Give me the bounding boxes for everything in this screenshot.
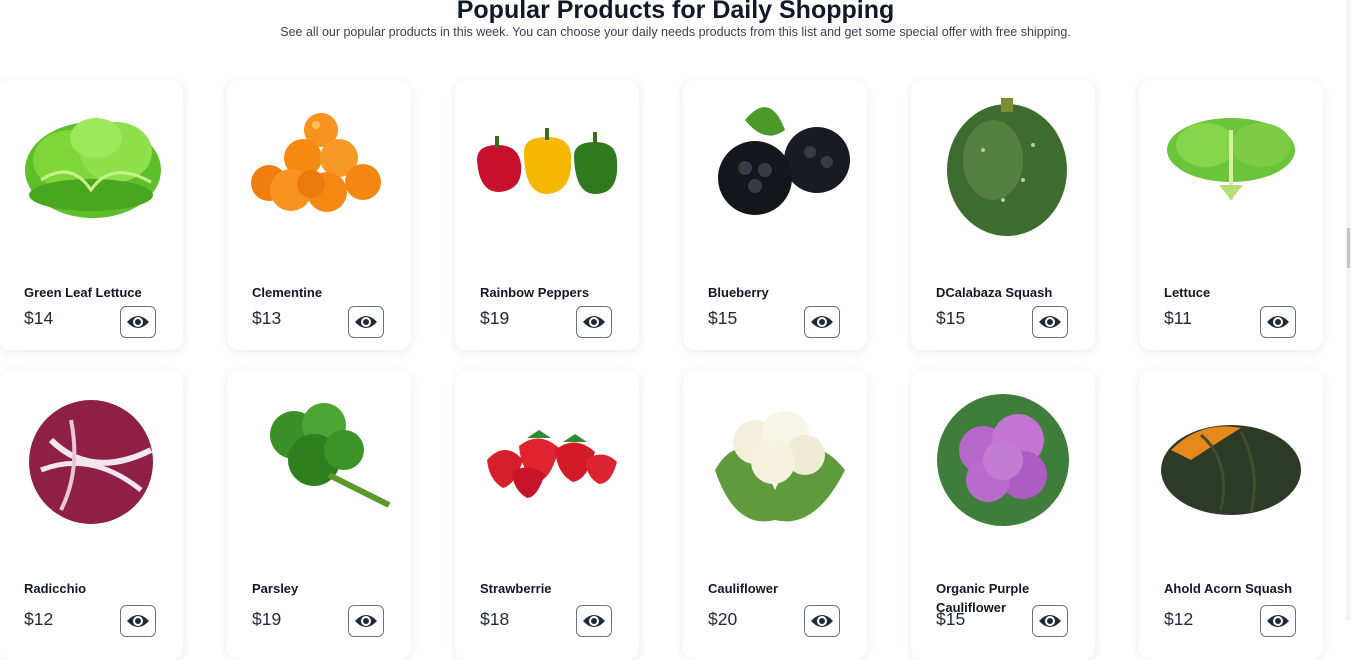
product-name[interactable]: Clementine	[252, 283, 382, 302]
eye-icon	[355, 316, 377, 328]
view-product-button[interactable]	[348, 605, 384, 637]
product-name[interactable]: Lettuce	[1164, 283, 1294, 302]
product-card[interactable]: Lettuce $11	[1139, 80, 1323, 350]
section-title: Popular Products for Daily Shopping	[456, 0, 895, 24]
eye-icon	[1039, 615, 1061, 627]
eye-icon	[1267, 615, 1289, 627]
purple-cauliflower-image	[937, 394, 1069, 526]
product-price: $14	[24, 308, 54, 328]
view-product-button[interactable]	[1032, 605, 1068, 637]
lettuce-image	[1167, 118, 1295, 200]
product-name[interactable]: Rainbow Peppers	[480, 283, 610, 302]
eye-icon	[1267, 316, 1289, 328]
rainbow-peppers-image	[477, 128, 618, 194]
product-price: $19	[480, 308, 510, 328]
view-product-button[interactable]	[804, 605, 840, 637]
product-price: $15	[936, 308, 966, 328]
view-product-button[interactable]	[576, 605, 612, 637]
view-product-button[interactable]	[120, 605, 156, 637]
eye-icon	[127, 316, 149, 328]
product-card[interactable]: Parsley $19	[227, 370, 411, 660]
squash-image	[947, 98, 1067, 236]
view-product-button[interactable]	[576, 306, 612, 338]
view-product-button[interactable]	[804, 306, 840, 338]
strawberry-image	[487, 430, 617, 498]
product-card[interactable]: Clementine $13	[227, 80, 411, 350]
view-product-button[interactable]	[1260, 306, 1296, 338]
eye-icon	[583, 316, 605, 328]
product-card[interactable]: Cauliflower $20	[683, 370, 867, 660]
product-price: $11	[1164, 308, 1192, 328]
scrollbar-thumb[interactable]	[1347, 228, 1350, 268]
product-price: $15	[708, 308, 738, 328]
product-name[interactable]: DCalabaza Squash	[936, 283, 1066, 302]
cauliflower-image	[715, 411, 845, 522]
product-name[interactable]: Cauliflower	[708, 579, 838, 598]
product-name[interactable]: Blueberry	[708, 283, 838, 302]
product-card[interactable]: Rainbow Peppers $19	[455, 80, 639, 350]
product-card[interactable]: Radicchio $12	[0, 370, 183, 660]
eye-icon	[811, 615, 833, 627]
product-price: $13	[252, 308, 282, 328]
view-product-button[interactable]	[1032, 306, 1068, 338]
section-subtitle: See all our popular products in this wee…	[280, 25, 1071, 39]
product-card[interactable]: DCalabaza Squash $15	[911, 80, 1095, 350]
product-card[interactable]: Blueberry $15	[683, 80, 867, 350]
product-name[interactable]: Radicchio	[24, 579, 154, 598]
parsley-image	[270, 403, 391, 508]
eye-icon	[127, 615, 149, 627]
product-name[interactable]: Ahold Acorn Squash	[1164, 579, 1294, 598]
eye-icon	[355, 615, 377, 627]
eye-icon	[1039, 316, 1061, 328]
product-name[interactable]: Parsley	[252, 579, 382, 598]
radicchio-image	[29, 400, 153, 524]
view-product-button[interactable]	[348, 306, 384, 338]
eye-icon	[811, 316, 833, 328]
green-leaf-lettuce-image	[25, 118, 161, 218]
product-name[interactable]: Green Leaf Lettuce	[24, 283, 154, 302]
eye-icon	[583, 615, 605, 627]
blueberry-image	[718, 107, 850, 215]
product-card[interactable]: Strawberrie $18	[455, 370, 639, 660]
product-card[interactable]: Ahold Acorn Squash $12	[1139, 370, 1323, 660]
product-card[interactable]: Organic Purple Cauliflower $15	[911, 370, 1095, 660]
view-product-button[interactable]	[120, 306, 156, 338]
page-scrollbar[interactable]	[1346, 0, 1351, 620]
view-product-button[interactable]	[1260, 605, 1296, 637]
product-card[interactable]: Green Leaf Lettuce $14	[0, 80, 183, 350]
clementine-image	[251, 113, 381, 212]
acorn-squash-image	[1161, 425, 1301, 515]
product-name[interactable]: Strawberrie	[480, 579, 610, 598]
